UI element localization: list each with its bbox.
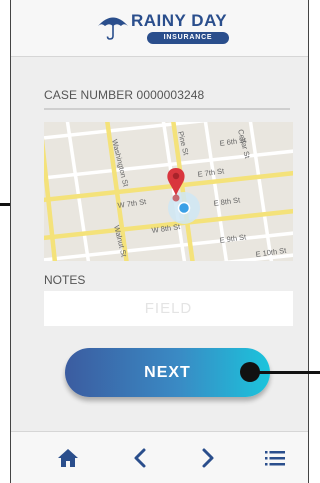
phone-screen: RAINY DAY INSURANCE CASE NUMBER 00000032… bbox=[10, 0, 309, 483]
bottom-nav bbox=[11, 431, 308, 483]
app-header: RAINY DAY INSURANCE bbox=[11, 0, 308, 57]
brand-subtitle: INSURANCE bbox=[147, 32, 229, 44]
case-number-label: CASE NUMBER 0000003248 bbox=[44, 88, 205, 102]
back-icon[interactable] bbox=[129, 446, 153, 470]
notes-field[interactable] bbox=[44, 291, 293, 326]
menu-icon[interactable] bbox=[263, 446, 287, 470]
annotation-line-left bbox=[0, 203, 10, 206]
brand-logo: RAINY DAY INSURANCE bbox=[97, 10, 237, 48]
home-icon[interactable] bbox=[56, 446, 80, 470]
forward-icon[interactable] bbox=[195, 446, 219, 470]
brand-title: RAINY DAY bbox=[131, 11, 228, 30]
annotation-dot bbox=[240, 362, 260, 382]
location-map[interactable]: Washington St Pine St E 6th St E 7th St … bbox=[44, 122, 293, 261]
case-divider bbox=[44, 108, 290, 110]
umbrella-icon bbox=[98, 17, 128, 40]
annotation-line-right bbox=[258, 371, 320, 374]
notes-label: NOTES bbox=[44, 273, 86, 287]
